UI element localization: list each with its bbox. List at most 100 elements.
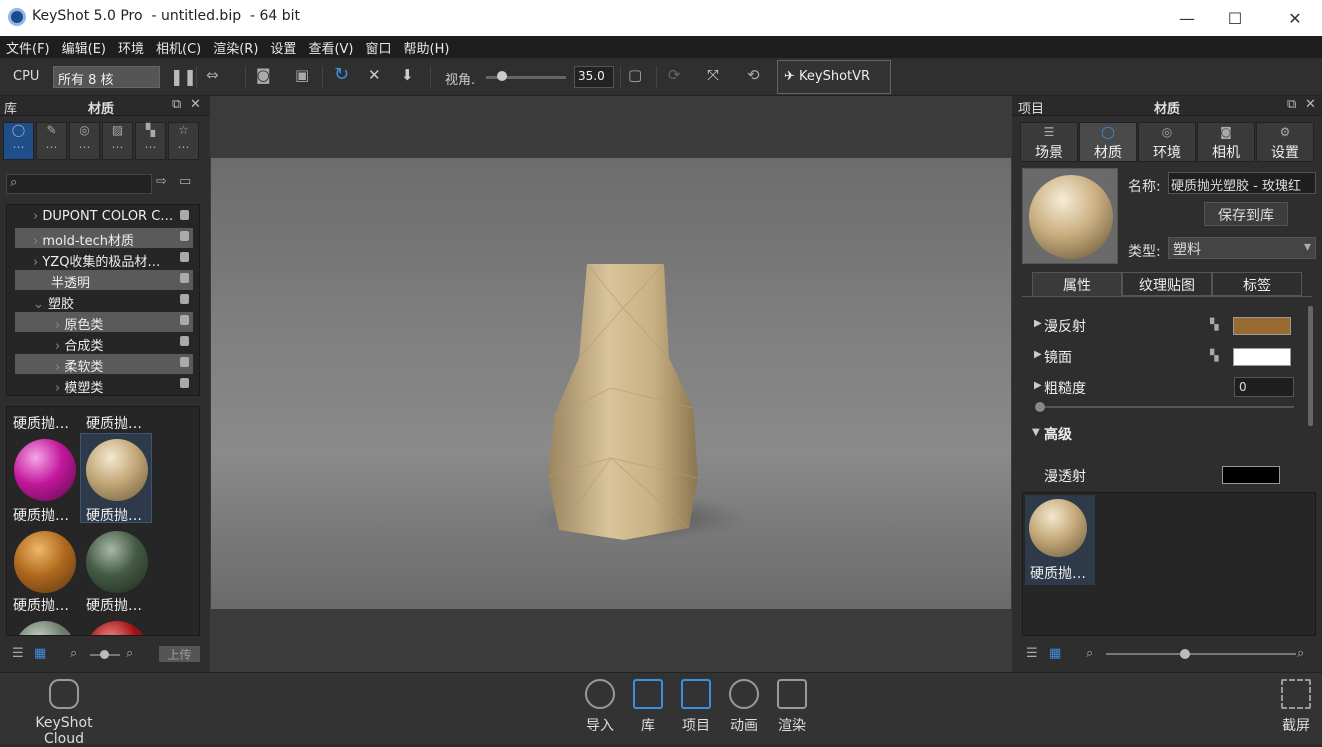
tree-item[interactable]: › 模塑类 <box>15 375 193 396</box>
tree-item[interactable]: 半透明 <box>15 270 193 291</box>
keyshotvr-button[interactable]: ✈ KeyShotVR <box>777 60 891 94</box>
sync-icon[interactable]: ⟲ <box>747 66 760 84</box>
roughness-slider-handle[interactable] <box>1035 402 1045 412</box>
cores-dropdown[interactable]: 所有 8 核 <box>53 66 160 88</box>
subtab-labels[interactable]: 标签 <box>1212 272 1302 296</box>
import-button[interactable]: 导入 <box>580 679 620 735</box>
list-view-icon[interactable]: ☰ <box>1026 646 1038 661</box>
favorites-tab-icon[interactable]: ☆… <box>168 122 199 160</box>
expand-arrow-icon[interactable]: ▶ <box>1034 380 1042 391</box>
menu-settings[interactable]: 设置 <box>264 36 302 58</box>
screenshot-icon[interactable]: ◙ <box>256 66 271 84</box>
render-viewport[interactable] <box>210 96 1012 672</box>
library-button[interactable]: 库 <box>628 679 668 735</box>
tab-environment[interactable]: ◎ 环境 <box>1138 122 1196 162</box>
tab-camera[interactable]: ◙ 相机 <box>1197 122 1255 162</box>
tree-item[interactable]: › DUPONT COLOR C… <box>15 207 193 227</box>
grid-view-icon[interactable]: ▦ <box>1049 646 1061 661</box>
diffuse-color-swatch[interactable] <box>1233 317 1291 335</box>
animation-button[interactable]: 动画 <box>724 679 764 735</box>
material-thumbnail[interactable] <box>14 531 76 593</box>
material-thumbnail-selected[interactable] <box>86 439 148 501</box>
region-icon[interactable]: ▢ <box>628 66 642 84</box>
material-thumbnail[interactable] <box>86 531 148 593</box>
undock-icon[interactable]: ⧉ <box>172 97 181 112</box>
menu-environment[interactable]: 环境 <box>112 36 150 58</box>
material-name-input[interactable]: 硬质抛光塑胶 - 玫瑰红 <box>1168 172 1316 194</box>
menu-help[interactable]: 帮助(H) <box>398 36 456 58</box>
project-button[interactable]: 项目 <box>676 679 716 735</box>
roughness-value-input[interactable]: 0 <box>1234 377 1294 397</box>
properties-scrollbar[interactable] <box>1308 306 1313 426</box>
environments-tab-icon[interactable]: ◎… <box>69 122 100 160</box>
materials-tab-icon[interactable]: ◯… <box>3 122 34 160</box>
zoom-in-icon[interactable]: ⌕ <box>1297 646 1304 661</box>
subtab-texture-maps[interactable]: 纹理贴图 <box>1122 272 1212 296</box>
rotate-icon[interactable]: ⟳ <box>668 66 681 84</box>
tree-item[interactable]: › mold-tech材质 <box>15 228 193 249</box>
menu-edit[interactable]: 编辑(E) <box>56 36 112 58</box>
tree-item[interactable]: › 合成类 <box>15 333 193 354</box>
tree-item[interactable]: ⌄ 塑胶 <box>15 291 193 312</box>
tab-settings[interactable]: ⚙ 设置 <box>1256 122 1314 162</box>
thumbnail-size-slider[interactable] <box>1106 653 1296 655</box>
material-thumbnail[interactable] <box>86 621 148 635</box>
texture-link-icon[interactable]: ▚ <box>1210 349 1218 362</box>
advanced-label[interactable]: 高级 <box>1044 424 1072 444</box>
expand-arrow-icon[interactable]: ▶ <box>1034 349 1042 360</box>
drop-down-arrow-icon[interactable]: ⬇ <box>401 66 414 84</box>
zoom-out-icon[interactable]: ⌕ <box>70 646 77 661</box>
panel-close-icon[interactable]: ✕ <box>1305 97 1316 112</box>
material-thumbnail[interactable] <box>14 439 76 501</box>
grid-view-icon[interactable]: ▦ <box>34 646 46 661</box>
thumbnail-size-handle[interactable] <box>1180 649 1190 659</box>
library-search-input[interactable]: ⌕ <box>6 174 152 194</box>
close-button[interactable]: ✕ <box>1272 0 1318 36</box>
lock-camera-icon[interactable]: ▣ <box>295 66 309 84</box>
backplates-tab-icon[interactable]: ▨… <box>102 122 133 160</box>
texture-link-icon[interactable]: ▚ <box>1210 318 1218 331</box>
maximize-button[interactable]: ☐ <box>1212 0 1258 36</box>
specular-color-swatch[interactable] <box>1233 348 1291 366</box>
material-thumbnail[interactable] <box>14 621 76 635</box>
minimize-button[interactable]: — <box>1164 0 1210 36</box>
fit-icon[interactable]: ✕ <box>368 66 381 84</box>
collapse-arrow-icon[interactable]: ▼ <box>1032 427 1040 438</box>
material-thumbnail-selected[interactable] <box>1029 499 1087 557</box>
tab-material[interactable]: ◯ 材质 <box>1079 122 1137 162</box>
thumbnail-size-handle[interactable] <box>100 650 109 659</box>
list-view-icon[interactable]: ☰ <box>12 646 24 661</box>
tree-item[interactable]: › 原色类 <box>15 312 193 333</box>
menu-file[interactable]: 文件(F) <box>0 36 56 58</box>
render-button[interactable]: 渲染 <box>772 679 812 735</box>
subtab-properties[interactable]: 属性 <box>1032 272 1122 296</box>
tree-item[interactable]: › YZQ收集的极品材… <box>15 249 193 270</box>
zoom-in-icon[interactable]: ⌕ <box>126 646 133 661</box>
screenshot-button[interactable]: 截屏 <box>1276 679 1316 735</box>
expand-icon[interactable]: ⤧ <box>707 66 719 84</box>
menu-view[interactable]: 查看(V) <box>302 36 359 58</box>
zoom-out-icon[interactable]: ⌕ <box>1086 646 1093 661</box>
textures-tab-icon[interactable]: ▚… <box>135 122 166 160</box>
menu-window[interactable]: 窗口 <box>359 36 397 58</box>
save-to-library-button[interactable]: 保存到库 <box>1204 202 1288 226</box>
folder-icon[interactable]: ▭ <box>179 174 191 189</box>
transmission-color-swatch[interactable] <box>1222 466 1280 484</box>
menu-camera[interactable]: 相机(C) <box>150 36 207 58</box>
tab-scene[interactable]: ☰ 场景 <box>1020 122 1078 162</box>
panel-close-icon[interactable]: ✕ <box>190 97 201 112</box>
keyshot-cloud-button[interactable]: KeyShot Cloud <box>14 679 114 747</box>
pause-icon[interactable]: ❚❚ <box>170 67 197 86</box>
undock-icon[interactable]: ⧉ <box>1287 97 1296 112</box>
material-type-dropdown[interactable]: 塑料 ▾ <box>1168 237 1316 259</box>
tree-item[interactable]: › 柔软类 <box>15 354 193 375</box>
fov-slider-handle[interactable] <box>497 71 508 81</box>
material-preview[interactable] <box>1022 168 1118 264</box>
roughness-slider[interactable] <box>1040 406 1294 408</box>
upload-button[interactable]: 上传 <box>159 646 200 662</box>
colors-tab-icon[interactable]: ✎… <box>36 122 67 160</box>
refresh-icon[interactable]: ↻ <box>334 64 349 85</box>
menu-render[interactable]: 渲染(R) <box>207 36 264 58</box>
render-image[interactable] <box>211 158 1011 609</box>
folder-add-icon[interactable]: ⇨ <box>156 174 167 189</box>
